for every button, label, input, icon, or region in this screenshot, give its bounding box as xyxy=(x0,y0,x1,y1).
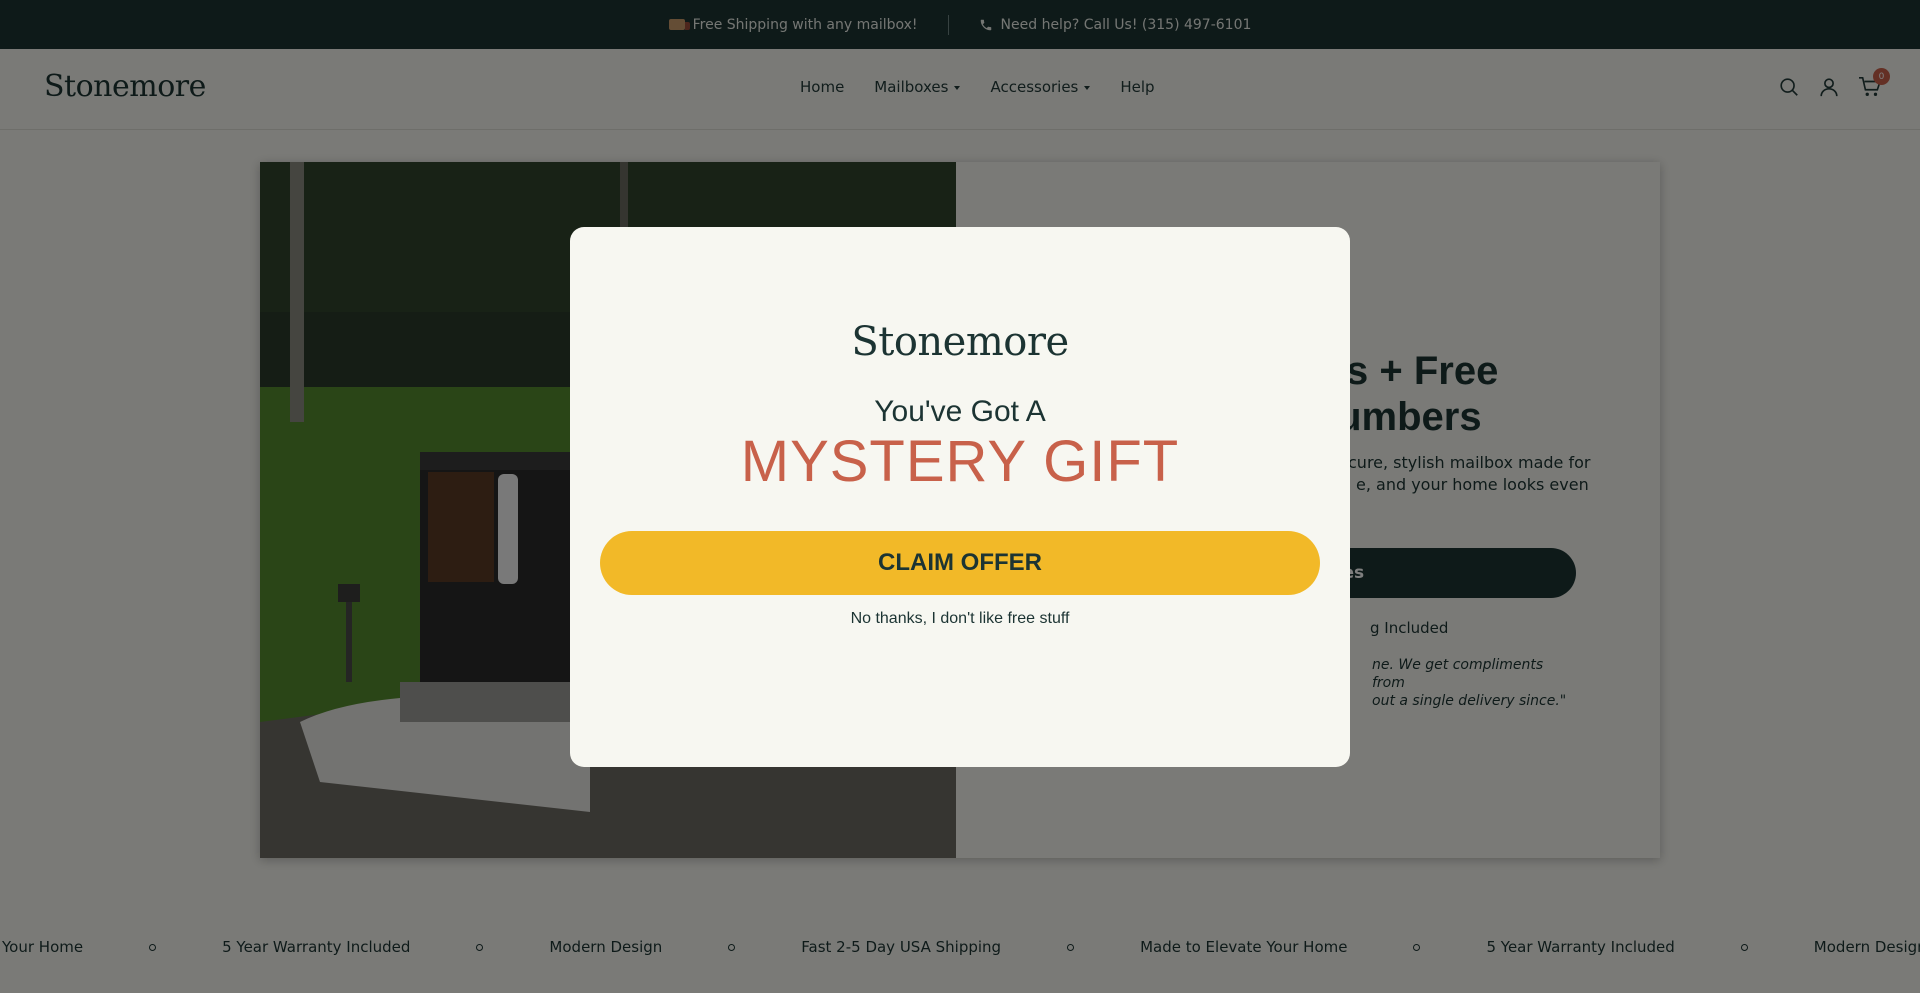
claim-offer-button[interactable]: CLAIM OFFER xyxy=(600,531,1320,595)
popup-logo: Stonemore xyxy=(851,319,1069,365)
popup-title: MYSTERY GIFT xyxy=(740,429,1180,494)
mystery-gift-popup: Stonemore You've Got A MYSTERY GIFT CLAI… xyxy=(570,227,1350,767)
decline-link[interactable]: No thanks, I don't like free stuff xyxy=(570,610,1350,628)
popup-subtitle: You've Got A xyxy=(874,395,1046,428)
